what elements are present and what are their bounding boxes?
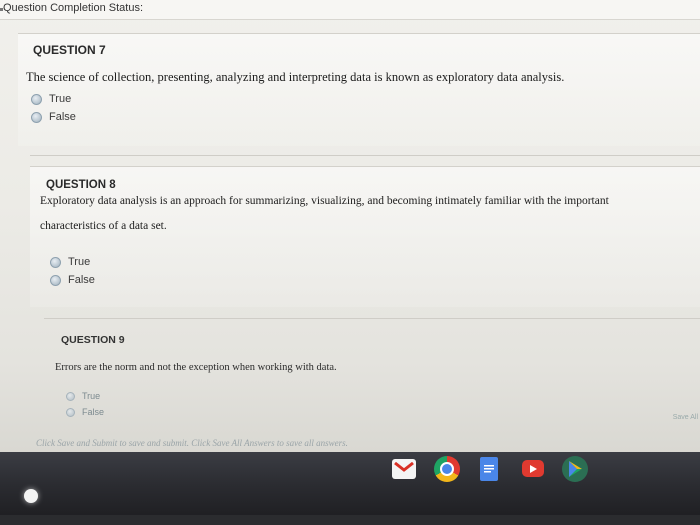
- question-7-heading: QUESTION 7: [33, 43, 106, 57]
- question-8-heading: QUESTION 8: [46, 179, 116, 191]
- chrome-icon[interactable]: [434, 456, 460, 482]
- gmail-icon[interactable]: [392, 459, 416, 479]
- radio-button[interactable]: [66, 391, 75, 401]
- option-label: True: [82, 391, 101, 401]
- gmail-icon-glyph: [394, 462, 414, 472]
- question-9-option-true[interactable]: True: [66, 391, 100, 401]
- browser-content: Question Completion Status: QUESTION 7 T…: [0, 0, 700, 452]
- play-store-icon[interactable]: [562, 456, 588, 482]
- play-store-glyph: [569, 461, 582, 477]
- save-all-button[interactable]: Save All: [673, 414, 698, 421]
- radio-button[interactable]: [31, 111, 42, 123]
- completion-status-label: Question Completion Status:: [3, 2, 144, 14]
- question-7-option-true[interactable]: True: [31, 93, 71, 105]
- option-label: False: [68, 274, 95, 286]
- question-9-heading: QUESTION 9: [61, 334, 125, 346]
- option-label: True: [68, 256, 91, 268]
- chrome-center: [440, 462, 454, 476]
- device-bezel: [0, 515, 700, 525]
- question-7-option-false[interactable]: False: [31, 111, 76, 123]
- radio-button[interactable]: [66, 407, 75, 417]
- question-8-text-line-2: characteristics of a data set.: [40, 220, 167, 232]
- docs-lines: [484, 465, 494, 473]
- youtube-icon[interactable]: [522, 460, 544, 477]
- divider: [44, 318, 700, 319]
- option-label: False: [82, 407, 105, 417]
- question-8-panel: QUESTION 8 Exploratory data analysis is …: [30, 166, 700, 307]
- question-7-panel: QUESTION 7 The science of collection, pr…: [18, 33, 700, 146]
- question-9-text: Errors are the norm and not the exceptio…: [55, 362, 337, 373]
- launcher-icon[interactable]: [24, 489, 38, 503]
- play-triangle: [530, 464, 537, 473]
- divider: [30, 155, 700, 156]
- docs-icon[interactable]: [480, 457, 498, 481]
- radio-button[interactable]: [31, 93, 42, 105]
- save-instructions: Click Save and Submit to save and submit…: [36, 438, 348, 448]
- radio-button[interactable]: [50, 274, 61, 286]
- question-8-option-false[interactable]: False: [50, 274, 95, 286]
- option-label: True: [49, 93, 72, 105]
- question-8-option-true[interactable]: True: [50, 256, 90, 268]
- radio-button[interactable]: [50, 256, 61, 268]
- status-bar: Question Completion Status:: [0, 0, 700, 20]
- question-7-text: The science of collection, presenting, a…: [26, 70, 565, 84]
- option-label: False: [49, 111, 76, 123]
- question-9-panel: QUESTION 9 Errors are the norm and not t…: [44, 328, 700, 428]
- question-8-text-line-1: Exploratory data analysis is an approach…: [40, 195, 609, 207]
- question-9-option-false[interactable]: False: [66, 407, 104, 417]
